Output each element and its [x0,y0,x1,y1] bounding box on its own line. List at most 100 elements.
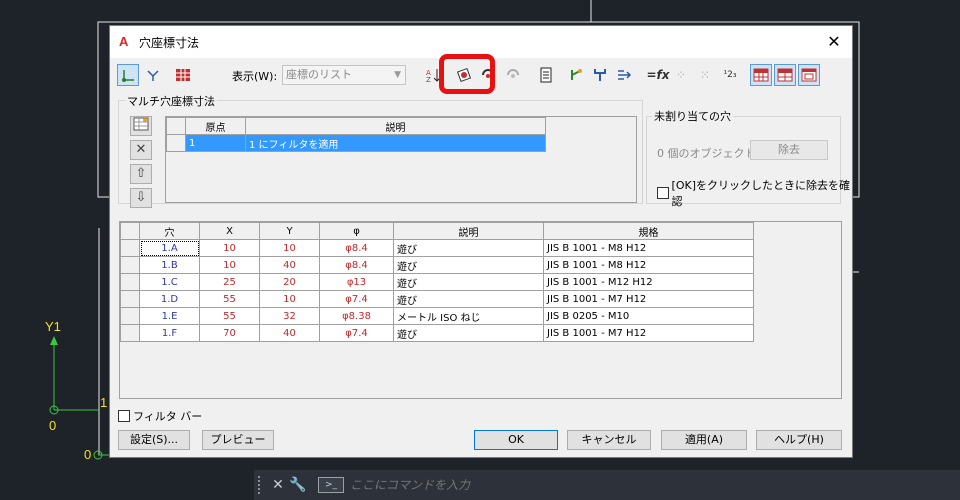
autocad-icon: A [119,34,129,49]
close-icon[interactable]: ✕ [268,477,288,493]
table-row[interactable]: 1.C 25 20 φ13 遊び JIS B 1001 - M12 H12 [120,273,754,291]
y-cell[interactable]: 10 [259,239,320,257]
y-cell[interactable]: 10 [259,290,320,308]
phi-cell[interactable]: φ7.4 [319,290,394,308]
table-row[interactable]: 1.F 70 40 φ7.4 遊び JIS B 1001 - M7 H12 [120,324,754,342]
x-cell[interactable]: 10 [199,256,260,274]
display-label: 表示(W): [232,70,278,83]
origin-cell[interactable]: 1 [185,134,246,152]
apply-button[interactable]: 適用(A) [661,430,747,450]
axis-one-label: 1 [100,395,108,410]
description-cell[interactable]: 遊び [393,324,544,342]
origin-table: 原点 説明 1 1 にフィルタを適用 [166,117,546,152]
x-cell[interactable]: 55 [199,290,260,308]
wrench-icon[interactable]: 🔧 [288,477,308,493]
move-up-icon[interactable]: ⇧ [130,164,152,184]
phi-cell[interactable]: φ8.4 [319,239,394,257]
chevron-down-icon: ▼ [394,70,401,80]
table-row[interactable]: 1.E 55 32 φ8.38 メートル ISO ねじ JIS B 0205 - M10 [120,307,754,325]
x-cell[interactable]: 10 [199,239,260,257]
cancel-button[interactable]: キャンセル [567,430,651,450]
description-cell[interactable]: 遊び [393,290,544,308]
ok-button[interactable]: OK [474,430,558,450]
column-header: 穴 [139,222,200,240]
row-header [166,134,186,152]
hole-dimension-dialog: A 穴座標寸法 ✕ 表示(W): 座標のリスト ▼ AZ =fx ⁘ ⁙ ¹2₃… [109,25,853,458]
x-cell[interactable]: 70 [199,324,260,342]
phi-cell[interactable]: φ7.4 [319,324,394,342]
phi-cell[interactable]: φ8.4 [319,256,394,274]
hole-cell[interactable]: 1.B [139,256,200,274]
hole-cell[interactable]: 1.D [139,290,200,308]
arrow-right-icon[interactable] [613,64,635,86]
hole-cell[interactable]: 1.C [139,273,200,291]
table-red-icon[interactable] [750,64,772,86]
add-origin-button[interactable] [130,116,152,136]
standard-cell[interactable]: JIS B 1001 - M7 H12 [543,290,754,308]
row-header [120,307,140,325]
hole-cell[interactable]: 1.F [139,324,200,342]
numbering-icon[interactable]: ¹2₃ [719,64,741,86]
hole-cell[interactable]: 1.E [139,307,200,325]
hole-cell[interactable]: 1.A [139,239,200,257]
x-cell[interactable]: 25 [199,273,260,291]
row-header [120,324,140,342]
holes-table-panel: 穴 X Y φ 説明 規格 1.A 10 10 φ8.4 遊び JIS B 1001 - … [119,221,842,399]
y-cell[interactable]: 20 [259,273,320,291]
standard-cell[interactable]: JIS B 1001 - M8 H12 [543,239,754,257]
column-header: 説明 [245,117,546,135]
attach-icon[interactable] [565,64,587,86]
checkbox-box[interactable] [657,187,669,199]
report-icon[interactable] [535,64,557,86]
description-cell[interactable]: メートル ISO ねじ [393,307,544,325]
phi-cell[interactable]: φ8.38 [319,307,394,325]
display-select[interactable]: 座標のリスト ▼ [282,65,406,85]
description-cell[interactable]: 遊び [393,256,544,274]
table-row[interactable]: 1.B 10 40 φ8.4 遊び JIS B 1001 - M8 H12 [120,256,754,274]
multi-hole-group-label: マルチ穴座標寸法 [125,93,217,109]
table-frame-icon[interactable] [798,64,820,86]
row-header [120,290,140,308]
command-input[interactable] [350,472,960,498]
row-header [120,239,140,257]
delete-icon[interactable]: ✕ [130,140,152,160]
y-cell[interactable]: 40 [259,256,320,274]
x-cell[interactable]: 55 [199,307,260,325]
filter-bar-checkbox[interactable]: フィルタ バー [118,408,202,424]
command-prompt-icon[interactable]: >_ [318,477,344,493]
close-button[interactable]: ✕ [824,32,844,52]
description-cell[interactable]: 1 にフィルタを適用 [245,134,546,152]
grid-icon[interactable] [172,64,194,86]
drag-handle[interactable] [258,476,268,494]
table-red-2-icon[interactable] [774,64,796,86]
branch-icon[interactable] [589,64,611,86]
remove-button[interactable]: 除去 [750,140,828,160]
standard-cell[interactable]: JIS B 1001 - M12 H12 [543,273,754,291]
preview-button[interactable]: プレビュー [202,430,274,450]
highlight-box [439,54,495,94]
description-cell[interactable]: 遊び [393,273,544,291]
standard-cell[interactable]: JIS B 0205 - M10 [543,307,754,325]
description-cell[interactable]: 遊び [393,239,544,257]
confirm-remove-checkbox[interactable]: [OK]をクリックしたときに除去を確認 [657,177,852,209]
y-cell[interactable]: 40 [259,324,320,342]
origin-icon[interactable] [117,64,139,86]
table-row[interactable]: 1 1 にフィルタを適用 [166,134,546,152]
object-count: 0 個のオブジェクト [657,147,756,160]
phi-cell[interactable]: φ13 [319,273,394,291]
standard-cell[interactable]: JIS B 1001 - M8 H12 [543,256,754,274]
move-down-icon[interactable]: ⇩ [130,188,152,208]
formula-icon[interactable]: =fx [647,64,670,86]
table-row[interactable]: 1.D 55 10 φ7.4 遊び JIS B 1001 - M7 H12 [120,290,754,308]
y-cell[interactable]: 32 [259,307,320,325]
axis-origin-label-2: 0 [84,447,92,462]
standard-cell[interactable]: JIS B 1001 - M7 H12 [543,324,754,342]
help-button[interactable]: ヘルプ(H) [756,430,842,450]
axis-icon[interactable] [142,64,164,86]
table-row[interactable]: 1.A 10 10 φ8.4 遊び JIS B 1001 - M8 H12 [120,239,754,257]
checkbox-box[interactable] [118,410,130,422]
axis-y-label: Y1 [45,319,61,334]
settings-button[interactable]: 設定(S)... [118,430,190,450]
column-header: φ [319,222,394,240]
dots-icon: ⁘ [675,68,687,82]
